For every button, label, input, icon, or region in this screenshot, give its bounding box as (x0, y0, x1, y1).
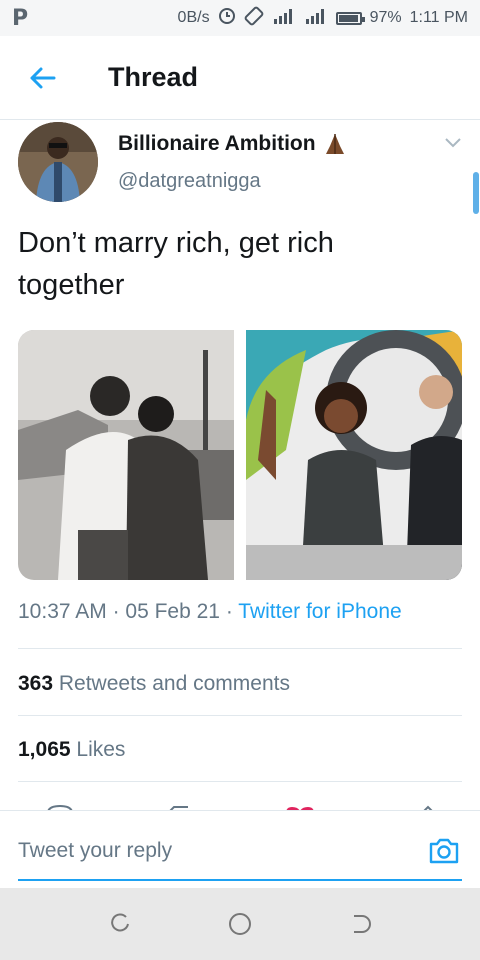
rotate-icon (244, 6, 264, 30)
status-indicators: 0B/s 97% 1:11 PM (178, 6, 468, 30)
status-bar: P 0B/s 97% 1:11 PM (0, 0, 480, 36)
tweet-media (18, 330, 462, 580)
page-title: Thread (108, 62, 199, 92)
camera-icon (429, 838, 459, 864)
tweet-options-button[interactable] (444, 136, 462, 154)
author-handle[interactable]: @datgreatnigga (118, 170, 261, 193)
recent-apps-icon (111, 913, 129, 932)
app-notification-icon: P (12, 5, 29, 31)
likes-count: 1,065 (18, 738, 71, 761)
camera-button[interactable] (428, 837, 460, 865)
divider (18, 715, 462, 716)
separator: · (219, 600, 239, 623)
avatar[interactable] (18, 122, 98, 202)
separator: · (106, 600, 126, 623)
praying-hands-emoji (325, 134, 344, 154)
tweet-date: 05 Feb 21 (125, 600, 220, 623)
tweet-meta: 10:37 AM · 05 Feb 21 · Twitter for iPhon… (18, 600, 402, 624)
back-nav-icon (354, 915, 371, 933)
battery-percent: 97% (369, 9, 402, 26)
app-header: Thread (0, 36, 480, 120)
tweet-text-line: together (18, 269, 125, 301)
system-nav-bar (0, 888, 480, 960)
network-speed: 0B/s (177, 9, 210, 26)
reply-bar: Tweet your reply (0, 810, 480, 888)
divider (18, 781, 462, 782)
scrollbar[interactable] (473, 172, 479, 214)
signal-icon (304, 7, 328, 30)
retweets-count: 363 (18, 672, 54, 695)
tweet-time: 10:37 AM (18, 600, 107, 623)
tweet-photo[interactable] (246, 330, 462, 580)
author-name[interactable]: Billionaire Ambition (118, 132, 348, 156)
home-icon (229, 913, 251, 935)
back-button[interactable] (0, 36, 84, 120)
chevron-down-icon (445, 138, 461, 148)
home-button[interactable] (218, 902, 262, 946)
likes-stat[interactable]: 1,065 Likes (18, 738, 125, 762)
tweet-text-line: Don’t marry rich, get rich (18, 227, 334, 259)
data-saver-icon (218, 7, 236, 29)
signal-4g-icon (272, 7, 296, 30)
tweet-author: Billionaire Ambition @datgreatnigga (18, 122, 462, 206)
tweet-source-link[interactable]: Twitter for iPhone (238, 600, 401, 623)
divider (18, 648, 462, 649)
likes-label: Likes (70, 738, 126, 761)
reply-underline (18, 879, 462, 881)
tweet-photo[interactable] (18, 330, 234, 580)
retweets-stat[interactable]: 363 Retweets and comments (18, 672, 290, 696)
author-name-text: Billionaire Ambition (118, 132, 316, 155)
retweets-label: Retweets and comments (53, 672, 290, 695)
tweet-actions (18, 800, 462, 810)
arrow-left-icon (30, 67, 56, 88)
reply-input[interactable]: Tweet your reply (18, 839, 172, 863)
clock: 1:11 PM (409, 9, 468, 26)
tweet-text: Don’t marry rich, get rich together (18, 222, 458, 306)
back-nav-button[interactable] (338, 902, 382, 946)
battery-icon (335, 11, 365, 25)
recent-apps-button[interactable] (98, 902, 142, 946)
